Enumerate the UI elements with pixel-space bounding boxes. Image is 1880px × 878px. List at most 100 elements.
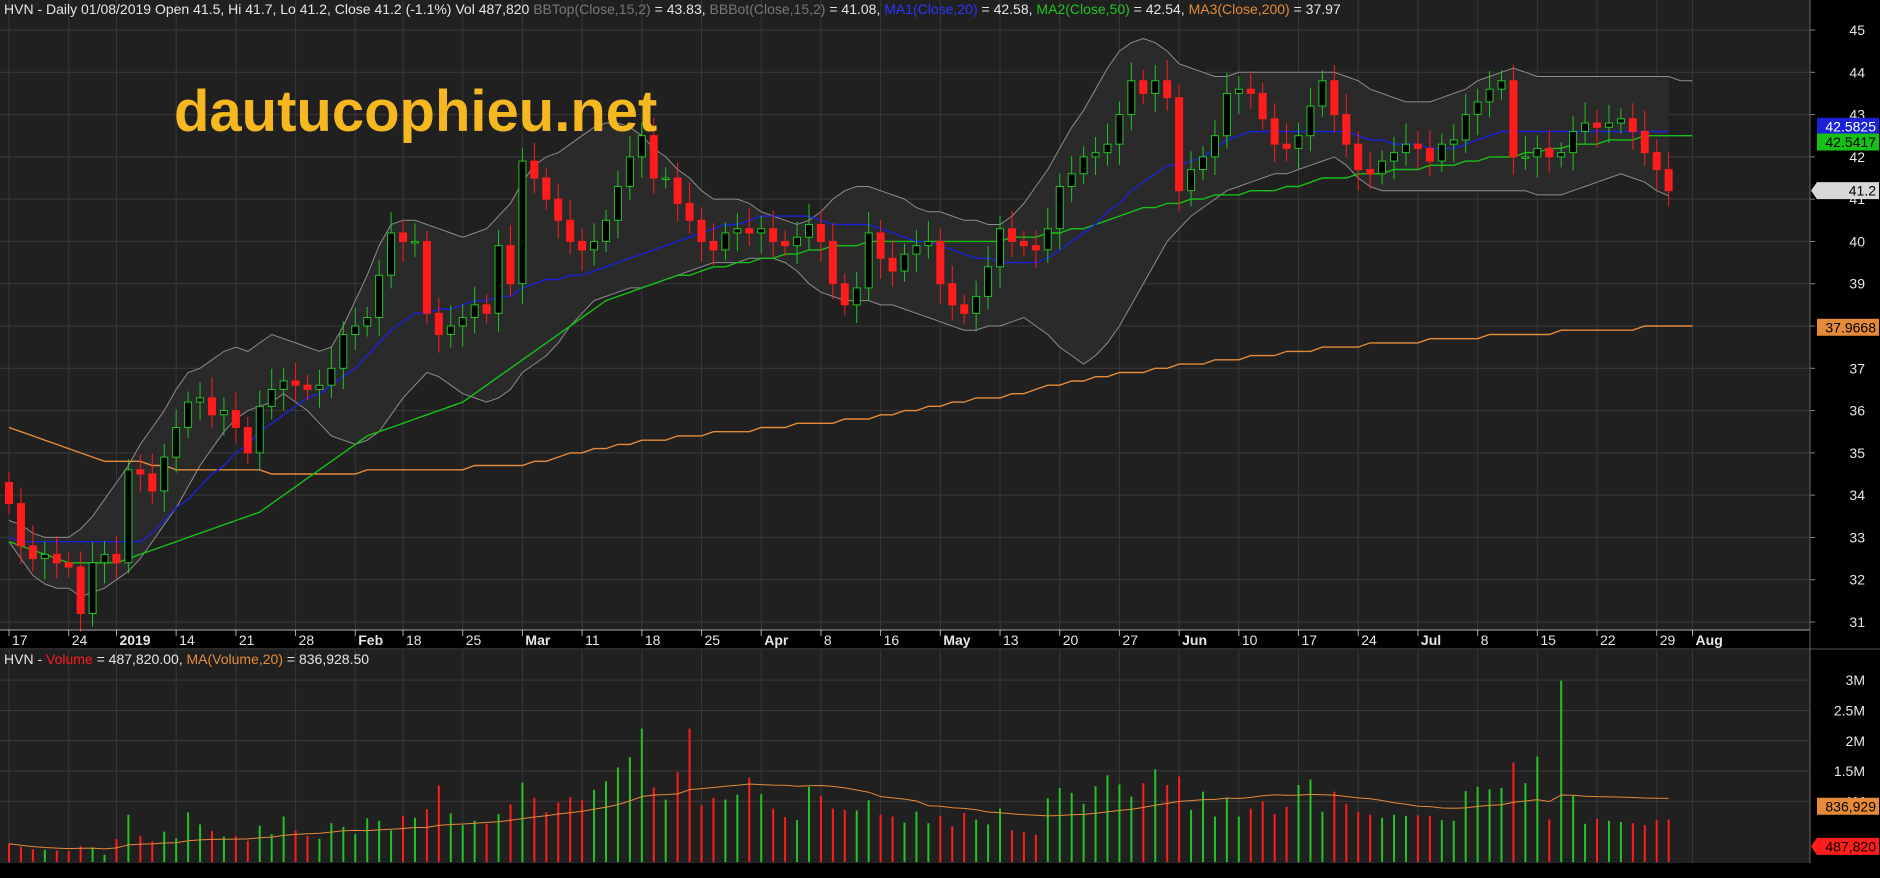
candle-body <box>816 224 825 242</box>
chart-canvas[interactable]: 3132333435363738394041424344451M1.5M2M2.… <box>0 0 1880 878</box>
candle-body <box>1533 147 1542 158</box>
volume-bar <box>903 822 906 862</box>
candle-body <box>387 232 396 276</box>
volume-bar <box>1512 762 1515 862</box>
candle-body <box>267 388 276 407</box>
volume-bar <box>1082 803 1085 862</box>
date-tick-label: 22 <box>1600 632 1616 648</box>
candle-body <box>673 177 682 204</box>
candle-body <box>243 426 252 454</box>
volume-bar <box>1393 814 1396 862</box>
candle-body <box>446 325 455 335</box>
ma1-badge: 42.5825 <box>1825 118 1876 134</box>
candle-body <box>1294 135 1303 149</box>
candle-body <box>924 240 933 247</box>
candle-body <box>64 562 73 568</box>
volume-bar <box>1416 815 1419 862</box>
volume-bar <box>473 820 476 862</box>
volume-bar <box>1333 791 1336 862</box>
volume-bar <box>1631 823 1634 862</box>
candle-body <box>936 240 945 285</box>
candle-body <box>303 384 312 390</box>
ma1-value: = 42.58, <box>982 1 1033 17</box>
volume-bar <box>652 787 655 862</box>
volume-bar <box>509 804 512 862</box>
bbtop-value: = 43.83, <box>655 1 706 17</box>
volume-badge: 487,820 <box>1825 838 1876 854</box>
volume-bar <box>557 802 560 862</box>
volume-bar <box>1130 796 1133 862</box>
date-tick-label: 15 <box>1540 632 1556 648</box>
volume-bar <box>951 826 954 862</box>
candle-body <box>1306 105 1315 137</box>
candle-body <box>1222 92 1231 137</box>
candle-body <box>1604 122 1613 128</box>
date-tick-label: 25 <box>705 632 721 648</box>
candle-body <box>434 312 443 335</box>
candle-body <box>781 240 790 247</box>
date-tick-label: 8 <box>824 632 832 648</box>
volume-bar <box>1572 795 1575 862</box>
date-tick-label: 18 <box>645 632 661 648</box>
volume-bar <box>437 785 440 862</box>
candle-body <box>136 469 145 475</box>
volume-bar <box>688 728 691 862</box>
volume-bar <box>1404 815 1407 862</box>
volume-bar <box>1297 785 1300 862</box>
candle-body <box>661 177 670 180</box>
candle-body <box>613 185 622 221</box>
candle-body <box>160 456 169 492</box>
candle-body <box>1640 130 1649 154</box>
candle-body <box>1557 152 1566 158</box>
price-tick-label: 31 <box>1849 614 1865 630</box>
volume-bar <box>927 823 930 862</box>
candle-body <box>339 333 348 369</box>
volume-bar <box>1655 820 1658 862</box>
candle-body <box>196 397 205 403</box>
volume-bar <box>1010 830 1013 862</box>
date-tick-label: 25 <box>466 632 482 648</box>
volume-bar <box>987 824 990 862</box>
volume-bar <box>210 831 213 862</box>
candle-body <box>566 219 575 242</box>
volume-bar <box>1464 791 1467 862</box>
volume-bar <box>1476 786 1479 862</box>
candle-body <box>255 405 264 454</box>
candle-body <box>1569 130 1578 154</box>
volume-bar <box>55 850 58 862</box>
volume-bar <box>19 846 22 862</box>
volume-bar <box>1321 811 1324 862</box>
volume-bar <box>855 810 858 862</box>
date-tick-label: Jul <box>1421 632 1441 648</box>
volume-bar <box>1584 823 1587 862</box>
candle-body <box>1187 169 1196 192</box>
candle-body <box>1091 152 1100 158</box>
volume-bar <box>676 772 679 862</box>
candle-body <box>422 240 431 314</box>
candle-body <box>828 240 837 285</box>
bbtop-label: BBTop(Close,15,2) <box>533 1 651 17</box>
volume-bar <box>1190 809 1193 862</box>
volume-bar <box>831 808 834 862</box>
volume-bar <box>413 817 416 862</box>
volume-bar <box>342 826 345 862</box>
candle-body <box>1282 143 1291 149</box>
volume-bar <box>1452 820 1455 862</box>
volume-bar <box>569 797 572 862</box>
candle-body <box>1103 143 1112 154</box>
candle-body <box>984 266 993 297</box>
candle-body <box>793 236 802 247</box>
candle-body <box>1593 122 1602 128</box>
price-tick-label: 39 <box>1849 276 1865 292</box>
volume-bar <box>1381 817 1384 862</box>
candle-body <box>207 397 216 416</box>
candle-body <box>1043 228 1052 251</box>
candle-body <box>1485 88 1494 103</box>
candle-body <box>1210 135 1219 158</box>
candle-body <box>1545 147 1554 158</box>
volume-bar <box>1369 814 1372 862</box>
candle-body <box>1628 118 1637 132</box>
volume-bar <box>1237 816 1240 862</box>
candle-body <box>1151 80 1160 94</box>
candle-body <box>530 160 539 179</box>
